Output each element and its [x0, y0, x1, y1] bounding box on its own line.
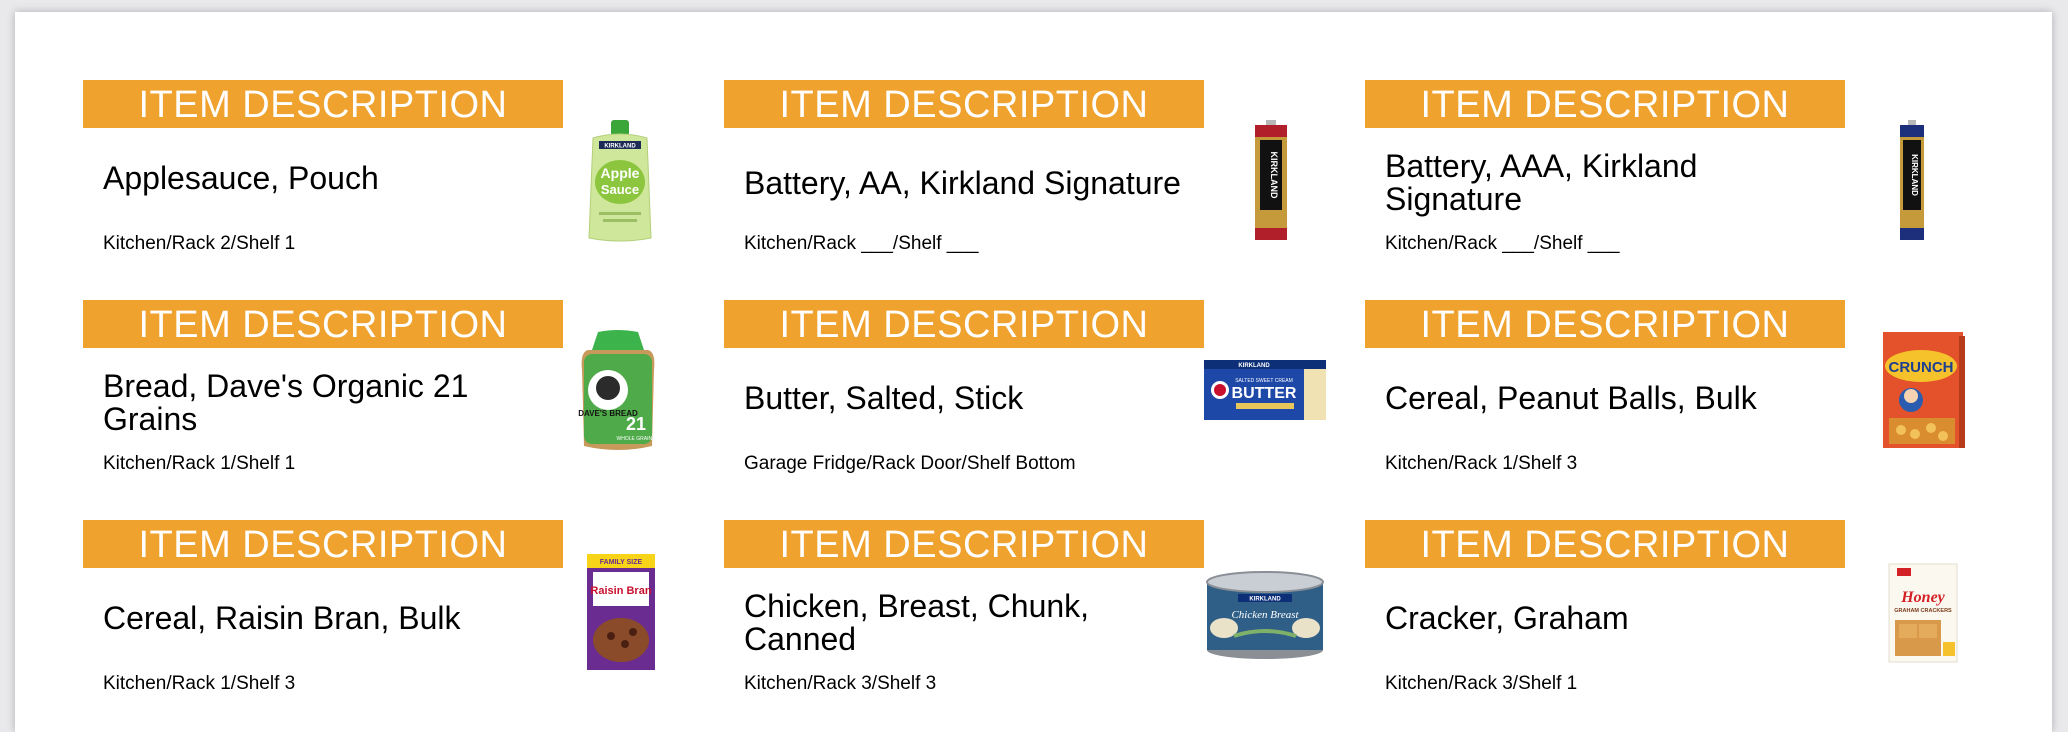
item-card: ITEM DESCRIPTION Battery, AAA, Kirkland …	[1365, 80, 1965, 280]
item-location: Kitchen/Rack ___/Shelf ___	[1385, 233, 1620, 254]
item-card: ITEM DESCRIPTION Cereal, Raisin Bran, Bu…	[83, 520, 683, 720]
item-card: ITEM DESCRIPTION Chicken, Breast, Chunk,…	[724, 520, 1324, 720]
item-name: Bread, Dave's Organic 21 Grains	[103, 368, 469, 437]
svg-text:KIRKLAND: KIRKLAND	[1249, 597, 1281, 603]
item-description-banner: ITEM DESCRIPTION	[724, 80, 1204, 128]
item-name: Cereal, Raisin Bran, Bulk	[103, 599, 461, 636]
item-card: ITEM DESCRIPTION Cracker, Graham Kitchen…	[1365, 520, 1965, 720]
label-sheet: ITEM DESCRIPTION Applesauce, Pouch Kitch…	[15, 12, 2052, 732]
item-description-banner: ITEM DESCRIPTION	[1365, 80, 1845, 128]
svg-text:Sauce: Sauce	[601, 182, 639, 197]
item-location: Kitchen/Rack 1/Shelf 1	[103, 453, 296, 474]
svg-text:SALTED SWEET CREAM: SALTED SWEET CREAM	[1235, 378, 1293, 384]
item-name: Cracker, Graham	[1385, 599, 1629, 636]
item-name: Chicken, Breast, Chunk, Canned	[744, 588, 1090, 657]
item-location: Garage Fridge/Rack Door/Shelf Bottom	[744, 453, 1076, 474]
item-description-banner: ITEM DESCRIPTION	[83, 520, 563, 568]
svg-text:21: 21	[626, 414, 646, 434]
item-name: Battery, AAA, Kirkland Signature	[1385, 148, 1698, 217]
item-description-banner: ITEM DESCRIPTION	[1365, 300, 1845, 348]
svg-text:KIRKLAND: KIRKLAND	[1269, 152, 1279, 199]
svg-text:FAMILY SIZE: FAMILY SIZE	[600, 559, 643, 566]
item-card: ITEM DESCRIPTION Bread, Dave's Organic 2…	[83, 300, 683, 500]
item-name: Butter, Salted, Stick	[744, 379, 1024, 416]
item-card: ITEM DESCRIPTION Applesauce, Pouch Kitch…	[83, 80, 683, 280]
svg-text:WHOLE GRAINS: WHOLE GRAINS	[617, 436, 657, 442]
item-name: Cereal, Peanut Balls, Bulk	[1385, 379, 1757, 416]
svg-text:BUTTER: BUTTER	[1232, 385, 1297, 402]
aaa-battery-image: KIRKLAND	[1895, 120, 1929, 245]
raisin-bran-box-image: FAMILY SIZE Raisin Bran	[585, 552, 659, 672]
item-description-banner: ITEM DESCRIPTION	[83, 300, 563, 348]
item-card: ITEM DESCRIPTION Butter, Salted, Stick G…	[724, 300, 1326, 500]
svg-text:Honey: Honey	[1900, 589, 1945, 606]
item-description-banner: ITEM DESCRIPTION	[724, 520, 1204, 568]
item-location: Kitchen/Rack ___/Shelf ___	[744, 233, 979, 254]
svg-text:CRUNCH: CRUNCH	[1889, 359, 1954, 376]
item-location: Kitchen/Rack 2/Shelf 1	[103, 233, 296, 254]
butter-box-image: KIRKLAND SALTED SWEET CREAM BUTTER	[1204, 360, 1326, 420]
svg-text:GRAHAM CRACKERS: GRAHAM CRACKERS	[1894, 608, 1952, 614]
item-card: ITEM DESCRIPTION Cereal, Peanut Balls, B…	[1365, 300, 1965, 500]
item-location: Kitchen/Rack 1/Shelf 3	[103, 673, 296, 694]
item-name: Applesauce, Pouch	[103, 159, 379, 196]
applesauce-pouch-image: KIRKLAND Apple Sauce	[585, 120, 655, 245]
svg-text:KIRKLAND: KIRKLAND	[1910, 154, 1919, 196]
item-name: Battery, AA, Kirkland Signature	[744, 164, 1181, 201]
aa-battery-image: KIRKLAND	[1251, 120, 1291, 245]
item-location: Kitchen/Rack 3/Shelf 3	[744, 673, 937, 694]
chicken-can-image: KIRKLAND Chicken Breast	[1204, 570, 1326, 660]
item-location: Kitchen/Rack 1/Shelf 3	[1385, 453, 1578, 474]
bread-bag-image: DAVE'S BREAD 21 WHOLE GRAINS	[578, 330, 658, 455]
item-description-banner: ITEM DESCRIPTION	[1365, 520, 1845, 568]
item-description-banner: ITEM DESCRIPTION	[724, 300, 1204, 348]
graham-cracker-box-image: Honey GRAHAM CRACKERS	[1887, 560, 1961, 664]
item-location: Kitchen/Rack 3/Shelf 1	[1385, 673, 1578, 694]
svg-text:KIRKLAND: KIRKLAND	[604, 144, 636, 150]
item-description-banner: ITEM DESCRIPTION	[83, 80, 563, 128]
item-card: ITEM DESCRIPTION Battery, AA, Kirkland S…	[724, 80, 1324, 280]
cereal-crunch-box-image: CRUNCH	[1881, 330, 1967, 450]
svg-text:Apple: Apple	[601, 165, 640, 181]
svg-text:KIRKLAND: KIRKLAND	[1238, 363, 1270, 369]
svg-text:Raisin Bran: Raisin Bran	[590, 585, 651, 597]
svg-text:Chicken Breast: Chicken Breast	[1231, 609, 1299, 621]
